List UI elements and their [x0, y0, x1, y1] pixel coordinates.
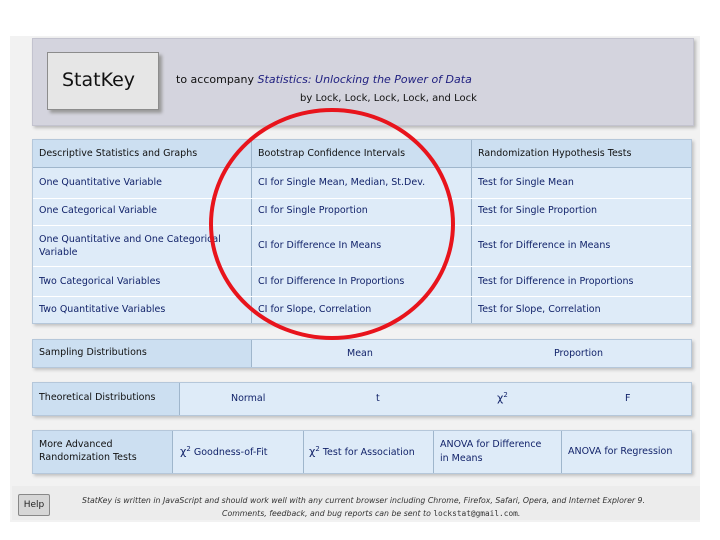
link-goodness-of-fit[interactable]: χ2 Goodness-of-Fit	[180, 445, 267, 458]
link-one-quantitative[interactable]: One Quantitative Variable	[39, 177, 162, 188]
link-test-association[interactable]: χ2 Test for Association	[309, 445, 415, 458]
header-divider	[33, 167, 691, 168]
link-anova-difference-line1[interactable]: ANOVA for Difference	[440, 439, 541, 450]
link-ci-difference-proportions[interactable]: CI for Difference In Proportions	[258, 276, 404, 287]
row-divider	[33, 266, 691, 267]
link-test-difference-means[interactable]: Test for Difference in Means	[478, 240, 610, 251]
association-label: Test for Association	[319, 447, 415, 459]
link-test-slope-correlation[interactable]: Test for Slope, Correlation	[478, 304, 601, 315]
column-divider	[433, 431, 434, 473]
email-link[interactable]: lockstat@gmail.com	[433, 509, 518, 518]
link-test-single-mean[interactable]: Test for Single Mean	[478, 177, 574, 188]
footer-line1: StatKey is written in JavaScript and sho…	[82, 496, 645, 505]
gof-label: Goodness-of-Fit	[190, 447, 268, 459]
column-divider	[172, 431, 173, 473]
advanced-label-line2: Randomization Tests	[39, 452, 137, 463]
statkey-logo[interactable]: StatKey	[47, 52, 159, 110]
footer-line2-suffix: .	[517, 509, 521, 518]
advanced-label-line1: More Advanced	[39, 439, 113, 450]
link-f[interactable]: F	[625, 393, 630, 404]
link-two-categorical[interactable]: Two Categorical Variables	[39, 276, 160, 287]
theoretical-label: Theoretical Distributions	[39, 392, 156, 403]
link-quant-and-cat-line2[interactable]: Variable	[39, 247, 77, 258]
book-title: Statistics: Unlocking the Power of Data	[257, 73, 472, 86]
row-divider	[33, 198, 691, 199]
link-chi-square[interactable]: χ2	[497, 391, 508, 405]
header-randomization: Randomization Hypothesis Tests	[478, 148, 632, 159]
link-sampling-proportion[interactable]: Proportion	[554, 348, 603, 359]
row-divider	[33, 296, 691, 297]
link-ci-slope-correlation[interactable]: CI for Slope, Correlation	[258, 304, 371, 315]
row-divider	[33, 225, 691, 226]
column-divider	[251, 340, 252, 367]
sampling-label: Sampling Distributions	[39, 347, 147, 358]
link-test-single-proportion[interactable]: Test for Single Proportion	[478, 205, 597, 216]
column-divider	[303, 431, 304, 473]
header-descriptive: Descriptive Statistics and Graphs	[39, 148, 198, 159]
authors-line: by Lock, Lock, Lock, Lock, and Lock	[300, 93, 477, 104]
column-divider	[561, 431, 562, 473]
link-ci-single-mean[interactable]: CI for Single Mean, Median, St.Dev.	[258, 177, 425, 188]
logo-text: StatKey	[62, 69, 136, 91]
link-t[interactable]: t	[376, 393, 380, 404]
footer-line2-prefix: Comments, feedback, and bug reports can …	[222, 509, 434, 518]
chi-superscript: 2	[503, 391, 508, 399]
link-normal[interactable]: Normal	[231, 393, 265, 404]
help-button[interactable]: Help	[18, 494, 50, 516]
link-quant-and-cat-line1[interactable]: One Quantitative and One Categorical	[39, 234, 221, 245]
link-two-quantitative[interactable]: Two Quantitative Variables	[39, 304, 165, 315]
link-ci-difference-means[interactable]: CI for Difference In Means	[258, 240, 381, 251]
accompany-prefix: to accompany	[176, 73, 258, 86]
footer-line2: Comments, feedback, and bug reports can …	[222, 509, 520, 518]
link-ci-single-proportion[interactable]: CI for Single Proportion	[258, 205, 368, 216]
link-sampling-mean[interactable]: Mean	[347, 348, 373, 359]
column-divider	[179, 383, 180, 415]
link-test-difference-proportions[interactable]: Test for Difference in Proportions	[478, 276, 633, 287]
link-anova-regression[interactable]: ANOVA for Regression	[568, 446, 672, 457]
accompany-line: to accompany Statistics: Unlocking the P…	[176, 73, 472, 86]
header-bootstrap: Bootstrap Confidence Intervals	[258, 148, 406, 159]
link-one-categorical[interactable]: One Categorical Variable	[39, 205, 157, 216]
link-anova-difference-line2[interactable]: in Means	[440, 453, 483, 464]
